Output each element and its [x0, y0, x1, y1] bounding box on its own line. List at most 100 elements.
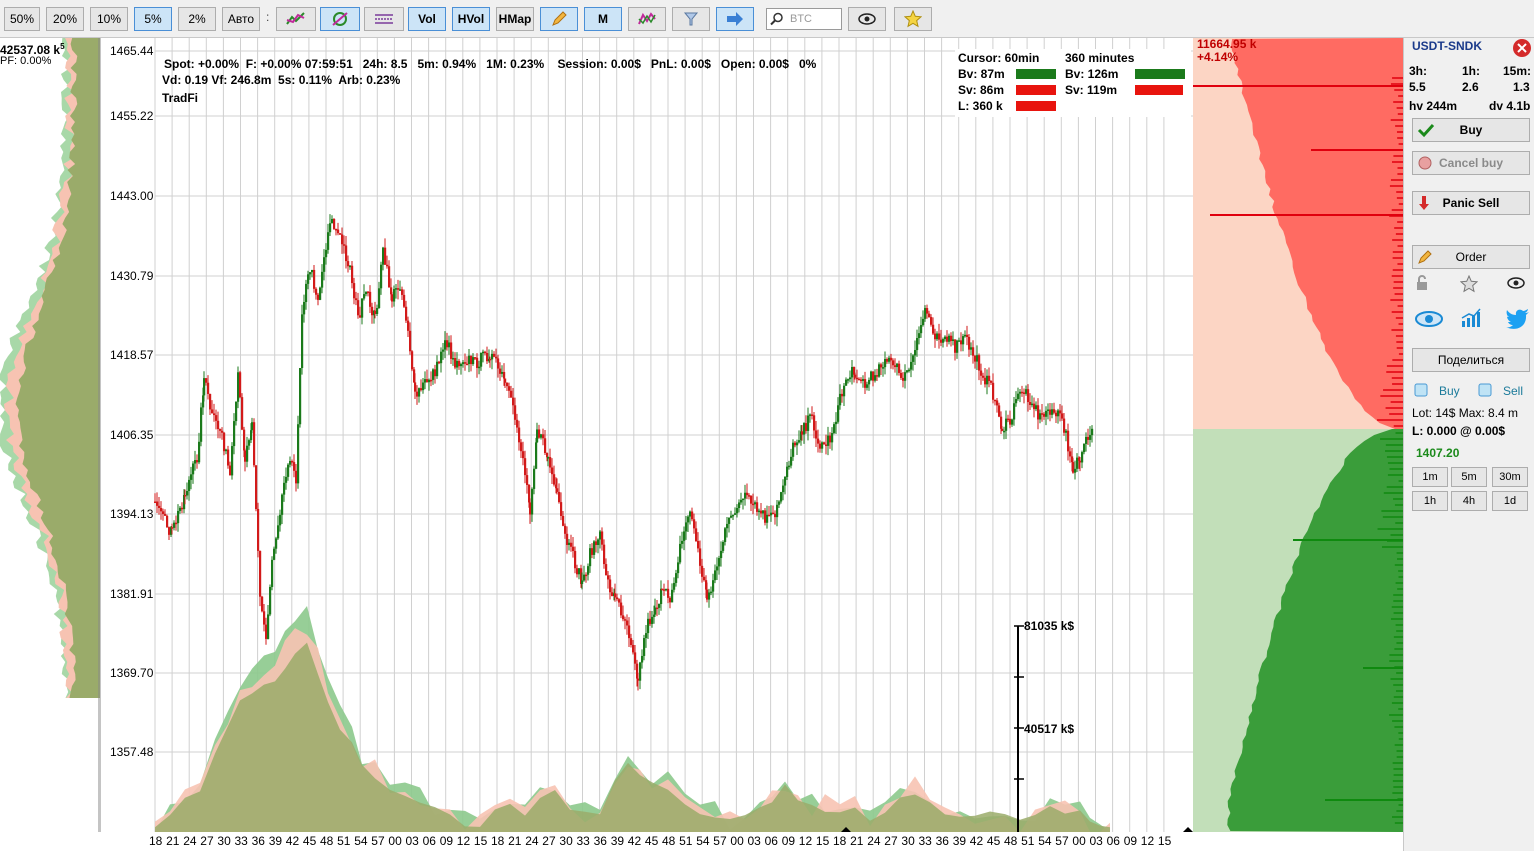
zoom-50-button[interactable]: 50%: [4, 7, 40, 31]
tf-5m-button[interactable]: 5m: [1451, 467, 1487, 487]
candle-body: [504, 378, 507, 383]
candle-body: [651, 616, 654, 624]
buy-small-label[interactable]: Buy: [1439, 384, 1460, 398]
time-axis-label: 54: [354, 834, 368, 848]
candle-body: [205, 378, 208, 383]
eye-icon[interactable]: [1506, 276, 1526, 290]
colored-chart-button[interactable]: [628, 7, 666, 31]
price-chart[interactable]: 1465.44 1455.22 1443.00 1430.79 1418.57 1406.…: [100, 38, 1193, 832]
share-button[interactable]: Поделиться: [1412, 348, 1530, 372]
candle-body: [774, 513, 777, 518]
twitter-icon[interactable]: [1506, 309, 1530, 329]
vol-button[interactable]: Vol: [408, 7, 446, 31]
candle-body: [1049, 409, 1052, 415]
candle-body: [279, 514, 282, 526]
tf-30m-button[interactable]: 30m: [1492, 467, 1528, 487]
candle-body: [843, 385, 846, 397]
candle-body: [825, 444, 828, 446]
chart-lines-button[interactable]: [276, 7, 316, 31]
candle-body: [639, 662, 642, 681]
candle-body: [764, 510, 767, 523]
candle-body: [547, 457, 550, 459]
candle-body: [367, 291, 370, 294]
candle-body: [626, 620, 629, 626]
zoom-10-button[interactable]: 10%: [90, 7, 128, 31]
candle-body: [572, 546, 575, 552]
candle-body: [576, 568, 579, 575]
candle-body: [758, 510, 761, 513]
chart-lines-icon: [286, 12, 305, 25]
filter-button[interactable]: [672, 7, 710, 31]
zoom-5-button[interactable]: 5%: [134, 7, 172, 31]
candle-body: [1041, 413, 1044, 415]
candle-body: [673, 582, 676, 590]
stats-icon[interactable]: [1460, 308, 1482, 328]
candle-body: [1023, 392, 1026, 394]
volume-area-total: [155, 642, 1110, 832]
candle-body: [811, 414, 814, 416]
candle-body: [418, 388, 421, 397]
candle-body: [303, 302, 306, 315]
time-axis-label: 30: [559, 834, 573, 848]
candle-body: [936, 333, 939, 340]
candle-body: [796, 442, 799, 446]
candle-body: [495, 356, 498, 359]
candle-body: [620, 602, 623, 616]
buy-button[interactable]: Buy: [1412, 118, 1530, 142]
buy-cube-icon[interactable]: [1414, 383, 1428, 397]
candle-body: [587, 566, 590, 575]
view-icon[interactable]: [1414, 310, 1444, 328]
candle-body: [900, 372, 903, 378]
candle-body: [508, 386, 511, 391]
candle-body: [271, 559, 274, 587]
arrow-right-button[interactable]: [716, 7, 754, 31]
candle-body: [309, 272, 312, 275]
candle-body: [904, 372, 907, 381]
lock-icon[interactable]: [1414, 275, 1430, 291]
time-axis-label: 39: [268, 834, 283, 848]
candle-body: [538, 429, 541, 438]
tf-1h-button[interactable]: 1h: [1412, 491, 1448, 511]
candle-body: [257, 509, 260, 551]
hmap-button[interactable]: HMap: [496, 7, 534, 31]
candle-body: [386, 264, 389, 267]
candle-body: [922, 318, 925, 326]
favorite-button[interactable]: [894, 7, 932, 31]
time-axis-label: 57: [713, 834, 727, 848]
cancel-icon: [1418, 156, 1432, 170]
eye-button[interactable]: [848, 7, 886, 31]
sell-cube-icon[interactable]: [1478, 383, 1492, 397]
candle-body: [837, 405, 840, 422]
search-placeholder: BTC: [790, 13, 812, 25]
tf-1m-button[interactable]: 1m: [1412, 467, 1448, 487]
candle-body: [585, 574, 588, 577]
zoom-20-button[interactable]: 20%: [46, 7, 84, 31]
pencil-button[interactable]: [540, 7, 578, 31]
search-input[interactable]: BTC: [766, 8, 842, 30]
tf-4h-button[interactable]: 4h: [1451, 491, 1487, 511]
time-axis-label: 36: [935, 834, 949, 848]
zoom-2-button[interactable]: 2%: [178, 7, 216, 31]
panic-sell-button[interactable]: Panic Sell: [1412, 191, 1530, 215]
order-button[interactable]: Order: [1412, 245, 1530, 269]
sell-small-label[interactable]: Sell: [1503, 384, 1523, 398]
candle-body: [1017, 393, 1020, 400]
lines-button[interactable]: [364, 7, 404, 31]
time-axis-label: 09: [439, 834, 454, 848]
close-button[interactable]: [1513, 39, 1531, 57]
time-axis-label: 42: [969, 834, 984, 848]
star-outline-icon[interactable]: [1460, 275, 1478, 293]
indicator-button[interactable]: [320, 7, 360, 31]
cancel-buy-button[interactable]: Cancel buy: [1412, 151, 1530, 175]
pencil-icon: [552, 11, 567, 26]
candle-body: [1072, 462, 1075, 473]
tf-label-1h: 1h:: [1462, 64, 1480, 78]
zoom-auto-button[interactable]: Авто: [222, 7, 260, 31]
candle-body: [645, 633, 648, 639]
star-icon: [904, 10, 922, 28]
candle-body: [203, 378, 206, 396]
tf-1d-button[interactable]: 1d: [1492, 491, 1528, 511]
hvol-button[interactable]: HVol: [452, 7, 490, 31]
candle-body: [325, 249, 328, 258]
m-button[interactable]: M: [584, 7, 622, 31]
